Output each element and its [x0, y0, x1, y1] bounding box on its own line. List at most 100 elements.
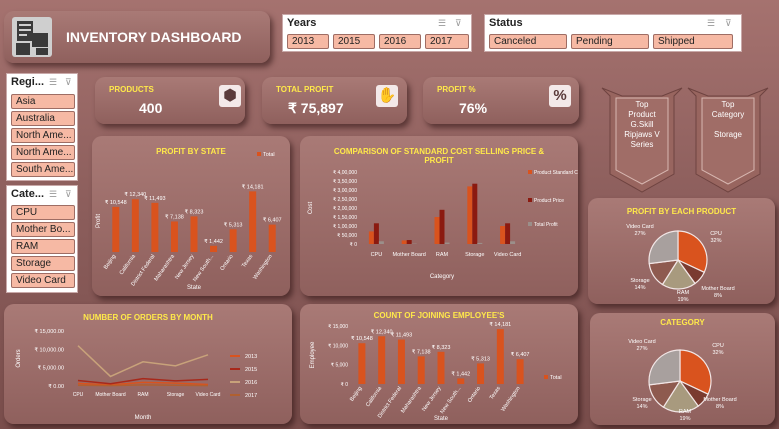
pie-label-cpu: CPU [712, 343, 724, 349]
data-label: ₹ 10,548 [105, 199, 127, 206]
data-label: ₹ 5,313 [471, 355, 490, 362]
top-product-line4: Ripjaws V [624, 130, 660, 139]
slicer-item-shipped[interactable]: Shipped [653, 34, 733, 49]
legend-swatch [257, 152, 261, 156]
top-product-banner: Top Product G.Skill Ripjaws V Series [616, 84, 668, 194]
x-tick-label: RAM [137, 392, 148, 398]
bar-mother-board-product-price [406, 240, 412, 244]
multi-select-icon[interactable]: ☰ [49, 77, 57, 88]
y-tick-label: ₹ 10,000 [328, 343, 348, 349]
x-axis-label: State [434, 416, 449, 422]
slicer-item-ram[interactable]: RAM [11, 239, 75, 254]
legend-swatch [528, 170, 532, 174]
kpi-profit-pct-value: 76% [459, 100, 488, 116]
pie-percent-storage: 14% [636, 404, 647, 410]
bar-ram-product-standard-cost [434, 217, 440, 244]
category-slicer-header: Cate... [11, 188, 45, 200]
x-tick-label: California [119, 253, 138, 276]
slicer-item-north-america-2[interactable]: North Ame... [11, 145, 75, 160]
orders-by-month-card: NUMBER OF ORDERS BY MONTH ₹ 0.00 ₹ 5,000.… [4, 304, 292, 424]
pie-label-storage: Storage [630, 278, 649, 284]
x-tick-label: New South... [192, 253, 215, 283]
bar-storage-total-profit [477, 242, 483, 244]
y-tick-label: ₹ 4,00,000 [333, 170, 357, 176]
bar-new-south [210, 245, 218, 252]
slicer-item-mother-board[interactable]: Mother Bo... [11, 222, 75, 237]
slicer-item-south-america[interactable]: South Ame... [11, 162, 75, 177]
data-label: ₹ 1,442 [204, 238, 223, 245]
pie-label-ram: RAM [677, 290, 690, 296]
data-label: ₹ 8,323 [185, 208, 204, 215]
x-tick-label: Ontario [467, 386, 482, 404]
slicer-item-2013[interactable]: 2013 [287, 34, 329, 49]
data-label: ₹ 6,407 [511, 351, 530, 358]
data-label: ₹ 11,493 [144, 195, 165, 202]
clear-filter-icon[interactable]: ⊽ [725, 18, 732, 29]
kpi-total-profit-label: TOTAL PROFIT [276, 85, 334, 94]
slicer-item-pending[interactable]: Pending [571, 34, 649, 49]
x-tick-label: Mother Board [393, 252, 426, 258]
legend-label-2015: 2015 [245, 367, 257, 373]
profit-by-product-card: PROFIT BY EACH PRODUCT CPU 32% Mother Boar… [588, 198, 775, 304]
bar-ram-total-profit [444, 242, 450, 244]
line-series-2016 [77, 345, 209, 378]
inventory-logo-icon [12, 17, 52, 57]
line-series-2017 [77, 384, 209, 387]
x-tick-label: Texas [489, 386, 502, 401]
slicer-item-2017[interactable]: 2017 [425, 34, 469, 49]
x-tick-label: Storage [167, 392, 185, 398]
slicer-item-north-america-1[interactable]: North Ame... [11, 128, 75, 143]
bar-storage-product-standard-cost [467, 186, 473, 244]
bar-ram-product-price [439, 209, 445, 244]
kpi-total-profit-value: ₹ 75,897 [288, 100, 344, 116]
y-tick-label: ₹ 1,50,000 [333, 215, 357, 221]
category-chart: CPU32% Mother Board8% RAM19% Storage14% Vide… [628, 339, 736, 422]
legend-label: Total [263, 152, 275, 158]
bar-cpu-product-price [373, 223, 379, 244]
multi-select-icon[interactable]: ☰ [438, 18, 446, 29]
slicer-item-canceled[interactable]: Canceled [489, 34, 567, 49]
pie-label-video-card: Video Card [628, 339, 655, 345]
pie-percent-ram: 19% [677, 297, 688, 303]
y-tick-label: ₹ 15,000.00 [35, 328, 65, 335]
x-tick-label: CPU [371, 252, 383, 258]
kpi-products-value: 400 [139, 100, 163, 116]
slicer-item-australia[interactable]: Australia [11, 111, 75, 126]
percent-icon: % [549, 85, 571, 107]
clear-filter-icon[interactable]: ⊽ [455, 18, 462, 29]
x-tick-label: Video Card [494, 252, 521, 258]
data-label: ₹ 12,340 [371, 328, 393, 335]
profit-by-state-card: PROFIT BY STATE ₹ 10,548 Beijing ₹ 12,340 C… [92, 136, 290, 296]
slicer-item-video-card[interactable]: Video Card [11, 273, 75, 288]
data-label: ₹ 14,181 [489, 321, 511, 328]
multi-select-icon[interactable]: ☰ [707, 18, 715, 29]
x-tick-label: New Jersey [174, 254, 196, 281]
slicer-item-storage[interactable]: Storage [11, 256, 75, 271]
bar-video-card-product-standard-cost [500, 226, 506, 244]
kpi-total-profit-card: TOTAL PROFIT ₹ 75,897 ✋ [262, 77, 407, 124]
legend-label: Total [550, 375, 562, 381]
slicer-item-asia[interactable]: Asia [11, 94, 75, 109]
y-tick-label: ₹ 15,000 [328, 324, 348, 330]
clear-filter-icon[interactable]: ⊽ [65, 77, 72, 88]
slicer-item-2016[interactable]: 2016 [379, 34, 421, 49]
bar-maharashtra [417, 356, 425, 384]
legend-label-product-standard-cost: Product Standard Cost [534, 170, 578, 176]
pie-percent-mother-board: 8% [714, 293, 722, 299]
data-label: ₹ 10,548 [351, 335, 373, 342]
multi-select-icon[interactable]: ☰ [49, 189, 57, 200]
bar-ontario [229, 229, 237, 252]
bar-california [378, 336, 386, 384]
x-tick-label: Maharashtra [153, 253, 176, 283]
bar-washington [516, 359, 524, 384]
legend-label-total-profit: Total Profit [534, 222, 558, 228]
y-tick-label: ₹ 5,000.00 [38, 365, 64, 372]
pie-percent-cpu: 32% [712, 350, 723, 356]
y-tick-label: ₹ 1,00,000 [333, 224, 357, 230]
slicer-item-cpu[interactable]: CPU [11, 205, 75, 220]
data-label: ₹ 11,493 [391, 332, 412, 339]
x-tick-label: California [365, 385, 384, 408]
clear-filter-icon[interactable]: ⊽ [65, 189, 72, 200]
data-label: ₹ 7,138 [412, 348, 431, 355]
slicer-item-2015[interactable]: 2015 [333, 34, 375, 49]
